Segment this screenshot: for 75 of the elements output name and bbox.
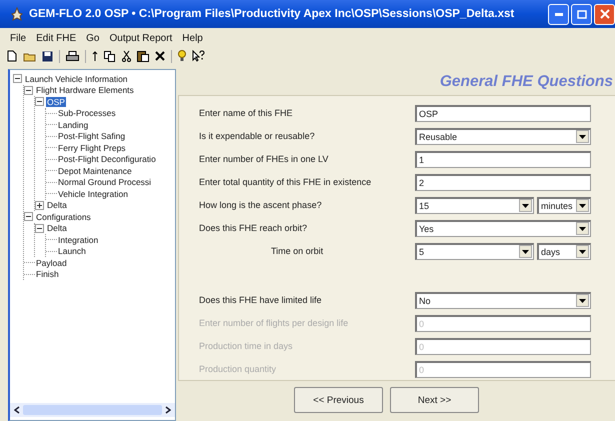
paste-icon[interactable]: [137, 50, 149, 62]
tree-item[interactable]: Integration: [57, 234, 100, 245]
tree-item[interactable]: Normal Ground Processi: [57, 177, 152, 188]
field-label: Enter number of FHEs in one LV: [199, 154, 328, 164]
nav-button[interactable]: Next >>: [390, 387, 479, 413]
field-label: Does this FHE reach orbit?: [199, 223, 308, 233]
minimize-icon: [554, 12, 562, 16]
close-button[interactable]: [594, 4, 615, 24]
field-label: How long is the ascent phase?: [199, 200, 322, 210]
collapse-icon[interactable]: [24, 86, 33, 95]
dropdown[interactable]: 5: [415, 242, 534, 260]
field-label: Enter total quantity of this FHE in existence: [199, 177, 372, 187]
menu-item[interactable]: Help: [182, 33, 203, 44]
menu-item[interactable]: Output Report: [109, 33, 172, 44]
minimize-button[interactable]: [548, 4, 569, 24]
horizontal-scrollbar[interactable]: [10, 403, 175, 417]
maximize-icon: [576, 10, 586, 18]
collapse-icon[interactable]: [24, 212, 33, 222]
tree-item[interactable]: Configurations: [35, 212, 92, 222]
field-label: Does this FHE have limited life: [199, 295, 322, 305]
dropdown[interactable]: Reusable: [415, 128, 591, 144]
menu-item[interactable]: Edit FHE: [36, 33, 76, 44]
cut-icon[interactable]: [122, 50, 131, 62]
lightbulb-icon[interactable]: [178, 50, 186, 62]
tree-item[interactable]: Payload: [35, 258, 68, 268]
save-icon[interactable]: [42, 50, 53, 62]
expand-icon[interactable]: [35, 200, 44, 210]
tree-item[interactable]: Post-Flight Deconfiguratio: [57, 154, 157, 164]
folder-icon[interactable]: [23, 50, 36, 62]
field-label: Enter number of flights per design life: [199, 318, 348, 328]
tree-item[interactable]: Finish: [35, 269, 60, 280]
tree-item[interactable]: Sub-Processes: [57, 108, 117, 118]
input-field[interactable]: 2: [415, 174, 591, 190]
new-file-icon[interactable]: [7, 50, 17, 62]
field-label: Enter name of this FHE: [199, 108, 293, 118]
tree-item[interactable]: Launch: [57, 246, 87, 256]
up-arrow-icon[interactable]: [92, 50, 98, 62]
collapse-icon[interactable]: [35, 97, 44, 106]
tree-item[interactable]: Delta: [46, 223, 68, 234]
nav-button[interactable]: << Previous: [294, 387, 383, 413]
window-title: GEM-FLO 2.0 OSP • C:\Program Files\Productivity Apex Inc\OSP\Sessions\OSP_Delta.xst: [29, 8, 514, 20]
scroll-left-icon[interactable]: [14, 406, 20, 414]
page-heading: General FHE Questions: [440, 73, 614, 91]
menu-item[interactable]: File: [10, 33, 26, 44]
input-field[interactable]: 1: [415, 150, 591, 168]
dropdown[interactable]: Yes: [415, 220, 591, 236]
maximize-button[interactable]: [571, 4, 592, 24]
app-icon: [10, 7, 24, 21]
menu-item[interactable]: Go: [86, 33, 100, 44]
close-icon: [600, 9, 610, 19]
scroll-right-icon[interactable]: [165, 406, 171, 414]
tree-item[interactable]: Depot Maintenance: [57, 166, 133, 176]
field-label: Production time in days: [199, 341, 293, 351]
tree-item[interactable]: Delta: [46, 200, 68, 210]
tree-item[interactable]: Ferry Flight Preps: [57, 142, 127, 153]
dropdown[interactable]: No: [415, 292, 591, 308]
pointer-help-icon[interactable]: [192, 50, 205, 62]
tree-item[interactable]: Vehicle Integration: [57, 188, 129, 199]
tree-item[interactable]: OSP: [46, 96, 66, 107]
tree-item[interactable]: Post-Flight Safing: [57, 131, 126, 142]
unit-dropdown[interactable]: days: [537, 242, 591, 260]
print-icon[interactable]: [66, 50, 79, 62]
tree-item[interactable]: Flight Hardware Elements: [35, 85, 135, 96]
field-label: Is it expendable or reusable?: [199, 131, 315, 141]
collapse-icon[interactable]: [13, 74, 22, 84]
field-label: Production quantity: [199, 364, 276, 374]
delete-icon[interactable]: [155, 51, 165, 61]
copy-icon[interactable]: [104, 50, 116, 62]
tree-item[interactable]: Landing: [57, 120, 90, 130]
collapse-icon[interactable]: [35, 224, 44, 233]
dropdown[interactable]: 15: [415, 196, 534, 214]
tree-item[interactable]: Launch Vehicle Information: [24, 74, 129, 84]
unit-dropdown[interactable]: minutes: [537, 196, 591, 214]
field-label: Time on orbit: [271, 246, 324, 256]
input-field[interactable]: OSP: [415, 104, 591, 122]
